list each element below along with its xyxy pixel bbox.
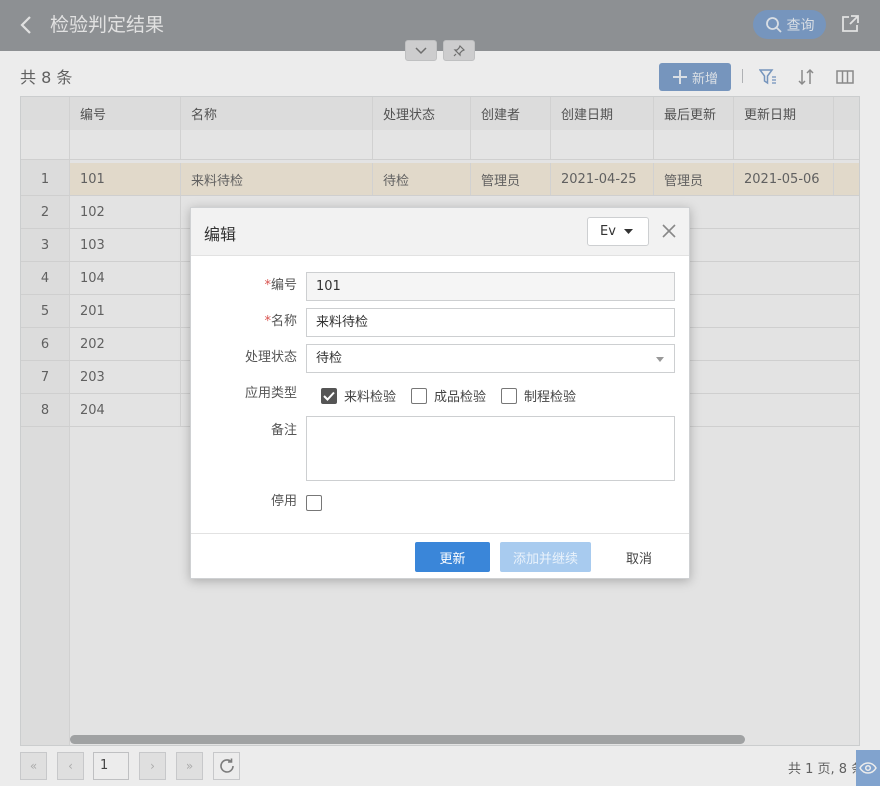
type-incoming-label: 来料检验 bbox=[344, 390, 397, 405]
disabled-label: 停用 bbox=[270, 494, 297, 509]
type-process-checkbox[interactable] bbox=[501, 387, 518, 404]
language-select[interactable]: Ev bbox=[587, 217, 649, 246]
remark-textarea[interactable] bbox=[306, 416, 675, 481]
dialog-footer-divider bbox=[191, 533, 689, 534]
name-field[interactable]: 来料待检 bbox=[306, 308, 675, 337]
name-label: *名称 bbox=[264, 314, 297, 329]
remark-label: 备注 bbox=[270, 423, 297, 438]
status-value: 待检 bbox=[316, 351, 343, 366]
type-process-label: 制程检验 bbox=[524, 390, 577, 405]
dialog-header: 编辑 Ev bbox=[191, 208, 689, 256]
close-icon[interactable] bbox=[661, 223, 677, 239]
caret-down-icon bbox=[656, 357, 664, 362]
add-continue-button[interactable]: 添加并继续 bbox=[500, 542, 591, 572]
dialog-title: 编辑 bbox=[204, 225, 237, 244]
type-finished-label: 成品检验 bbox=[434, 390, 487, 405]
language-value: Ev bbox=[600, 224, 616, 239]
disabled-checkbox[interactable] bbox=[306, 495, 322, 511]
cancel-button[interactable]: 取消 bbox=[611, 542, 667, 572]
status-select[interactable]: 待检 bbox=[306, 344, 675, 373]
type-checkbox-group: 来料检验 成品检验 制程检验 bbox=[321, 386, 591, 405]
type-label: 应用类型 bbox=[244, 386, 297, 401]
type-incoming-checkbox[interactable] bbox=[321, 387, 337, 404]
code-field[interactable]: 101 bbox=[306, 272, 675, 301]
check-icon bbox=[323, 391, 335, 401]
status-label: 处理状态 bbox=[244, 350, 297, 365]
edit-dialog: 编辑 Ev *编号 101 *名称 来料待检 处理状态 待检 应用类型 来料检验… bbox=[190, 207, 690, 579]
update-button[interactable]: 更新 bbox=[415, 542, 490, 572]
caret-down-icon bbox=[623, 228, 633, 234]
type-finished-checkbox[interactable] bbox=[411, 387, 428, 404]
code-label: *编号 bbox=[264, 278, 297, 293]
